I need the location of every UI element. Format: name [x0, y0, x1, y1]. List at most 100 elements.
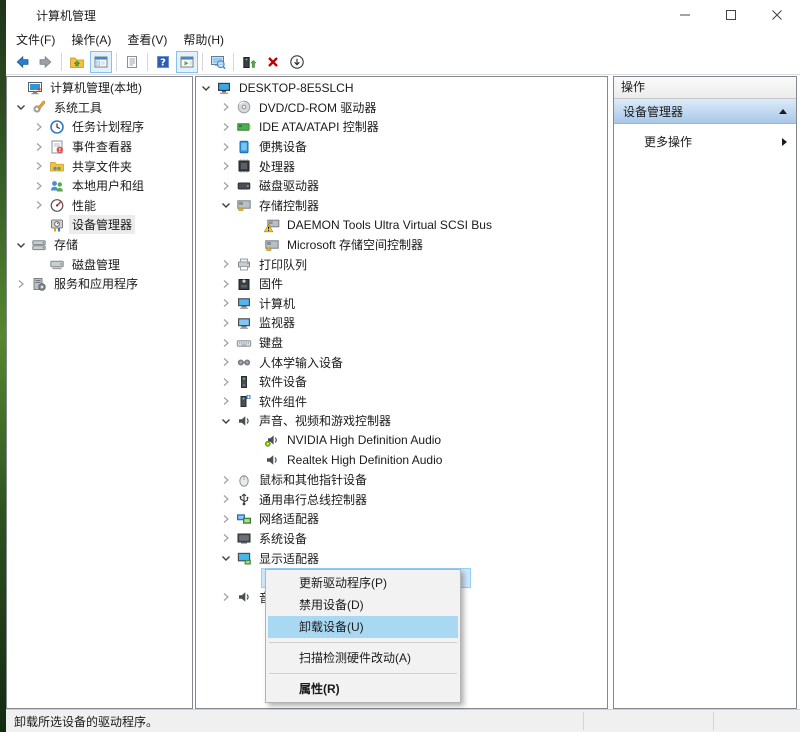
tree-item[interactable]: 磁盘驱动器 — [196, 176, 607, 196]
tree-item[interactable]: DVD/CD-ROM 驱动器 — [196, 98, 607, 118]
help-button[interactable]: ? — [152, 51, 174, 73]
context-menu-item[interactable]: 属性(R) — [268, 678, 458, 700]
tree-item[interactable]: 服务和应用程序 — [7, 274, 192, 294]
menu-item[interactable]: 查看(V) — [119, 29, 175, 50]
chevron-right-icon[interactable] — [218, 355, 234, 369]
context-menu-item[interactable]: 扫描检测硬件改动(A) — [268, 647, 458, 669]
maximize-button[interactable] — [708, 0, 754, 30]
tree-item[interactable]: 存储控制器 — [196, 196, 607, 216]
tree-item-content: 存储 — [29, 234, 83, 255]
show-console-tree-button[interactable] — [90, 50, 112, 73]
chevron-right-icon[interactable] — [218, 257, 234, 271]
chevron-down-icon[interactable] — [13, 238, 29, 252]
chevron-right-icon[interactable] — [218, 316, 234, 330]
context-menu-item[interactable]: 禁用设备(D) — [268, 594, 458, 616]
tree-item[interactable]: 软件设备 — [196, 372, 607, 392]
tree-item[interactable]: NVIDIA High Definition Audio — [196, 431, 607, 451]
tree-item[interactable]: Microsoft 存储空间控制器 — [196, 235, 607, 255]
tree-item[interactable]: 系统设备 — [196, 529, 607, 549]
audio-nvidia-icon — [264, 432, 280, 448]
properties-list-button[interactable] — [121, 51, 143, 73]
chevron-right-icon[interactable] — [31, 140, 47, 154]
action-pane-section-header[interactable]: 设备管理器 — [614, 99, 796, 124]
tree-item[interactable]: 键盘 — [196, 333, 607, 353]
menu-item[interactable]: 操作(A) — [63, 29, 119, 50]
chevron-right-icon[interactable] — [218, 492, 234, 506]
tree-item[interactable]: 便携设备 — [196, 137, 607, 157]
tree-item[interactable]: 共享文件夹 — [7, 156, 192, 176]
chevron-right-icon[interactable] — [218, 590, 234, 604]
chevron-right-icon[interactable] — [13, 277, 29, 291]
chevron-right-icon[interactable] — [218, 394, 234, 408]
chevron-down-icon[interactable] — [198, 81, 214, 95]
chevron-right-icon[interactable] — [218, 375, 234, 389]
chevron-right-icon[interactable] — [218, 277, 234, 291]
chevron-down-icon[interactable] — [218, 198, 234, 212]
chevron-right-icon[interactable] — [218, 100, 234, 114]
tree-item[interactable]: 性能 — [7, 196, 192, 216]
menu-item[interactable]: 帮助(H) — [175, 29, 232, 50]
tree-item[interactable]: 事件查看器 — [7, 137, 192, 157]
chevron-right-icon[interactable] — [31, 179, 47, 193]
tree-item[interactable]: 固件 — [196, 274, 607, 294]
tree-item[interactable]: 本地用户和组 — [7, 176, 192, 196]
tree-item[interactable]: 系统工具 — [7, 98, 192, 118]
close-button[interactable] — [754, 0, 800, 30]
chevron-right-icon[interactable] — [218, 531, 234, 545]
scan-hardware-changes-button[interactable] — [207, 51, 229, 73]
tree-item[interactable]: 监视器 — [196, 313, 607, 333]
show-action-pane-button[interactable] — [176, 50, 198, 73]
tree-item-content: DESKTOP-8E5SLCH — [214, 79, 359, 97]
menu-item[interactable]: 文件(F) — [8, 29, 63, 50]
tree-item-content: 性能 — [47, 195, 101, 216]
tree-item[interactable]: 显示适配器 — [196, 548, 607, 568]
tree-item[interactable]: 通用串行总线控制器 — [196, 489, 607, 509]
chevron-right-icon[interactable] — [218, 159, 234, 173]
tree-item[interactable]: 声音、视频和游戏控制器 — [196, 411, 607, 431]
tree-item[interactable]: 存储 — [7, 235, 192, 255]
forward-button[interactable] — [35, 51, 57, 73]
chevron-right-icon[interactable] — [218, 336, 234, 350]
tree-item[interactable]: 人体学输入设备 — [196, 352, 607, 372]
tree-item[interactable]: 计算机管理(本地) — [7, 78, 192, 98]
tree-item[interactable]: 处理器 — [196, 156, 607, 176]
back-button[interactable] — [11, 51, 33, 73]
tree-item[interactable]: 任务计划程序 — [7, 117, 192, 137]
tree-item[interactable]: 计算机 — [196, 294, 607, 314]
computer-management-icon — [27, 80, 43, 96]
context-menu-item[interactable]: 卸载设备(U) — [268, 616, 458, 638]
update-driver-button[interactable] — [238, 51, 260, 73]
svg-text:?: ? — [160, 57, 166, 68]
chevron-right-icon[interactable] — [218, 120, 234, 134]
chevron-right-icon[interactable] — [218, 140, 234, 154]
tree-item[interactable]: 打印队列 — [196, 254, 607, 274]
tree-item[interactable]: 鼠标和其他指针设备 — [196, 470, 607, 490]
task-scheduler-icon — [49, 119, 65, 135]
collapse-icon[interactable] — [779, 108, 787, 114]
chevron-right-icon[interactable] — [218, 512, 234, 526]
tree-item[interactable]: DESKTOP-8E5SLCH — [196, 78, 607, 98]
chevron-down-icon[interactable] — [218, 551, 234, 565]
chevron-right-icon[interactable] — [31, 198, 47, 212]
more-actions-item[interactable]: 更多操作 — [614, 124, 796, 150]
tree-item[interactable]: IDE ATA/ATAPI 控制器 — [196, 117, 607, 137]
tree-item[interactable]: DAEMON Tools Ultra Virtual SCSI Bus — [196, 215, 607, 235]
tree-item[interactable]: 磁盘管理 — [7, 254, 192, 274]
tree-item[interactable]: Realtek High Definition Audio — [196, 450, 607, 470]
tree-item[interactable]: 网络适配器 — [196, 509, 607, 529]
uninstall-button[interactable] — [262, 51, 284, 73]
chevron-right-icon[interactable] — [218, 473, 234, 487]
up-one-level-button[interactable] — [66, 51, 88, 73]
disable-button[interactable] — [286, 51, 308, 73]
tree-item[interactable]: 软件组件 — [196, 392, 607, 412]
chevron-right-icon[interactable] — [31, 159, 47, 173]
chevron-right-icon[interactable] — [218, 296, 234, 310]
context-menu-item[interactable]: 更新驱动程序(P) — [268, 572, 458, 594]
minimize-button[interactable] — [662, 0, 708, 30]
chevron-right-icon[interactable] — [31, 120, 47, 134]
chevron-right-icon[interactable] — [218, 179, 234, 193]
tree-item[interactable]: 设备管理器 — [7, 215, 192, 235]
chevron-down-icon[interactable] — [218, 414, 234, 428]
services-icon — [31, 276, 47, 292]
chevron-down-icon[interactable] — [13, 100, 29, 114]
